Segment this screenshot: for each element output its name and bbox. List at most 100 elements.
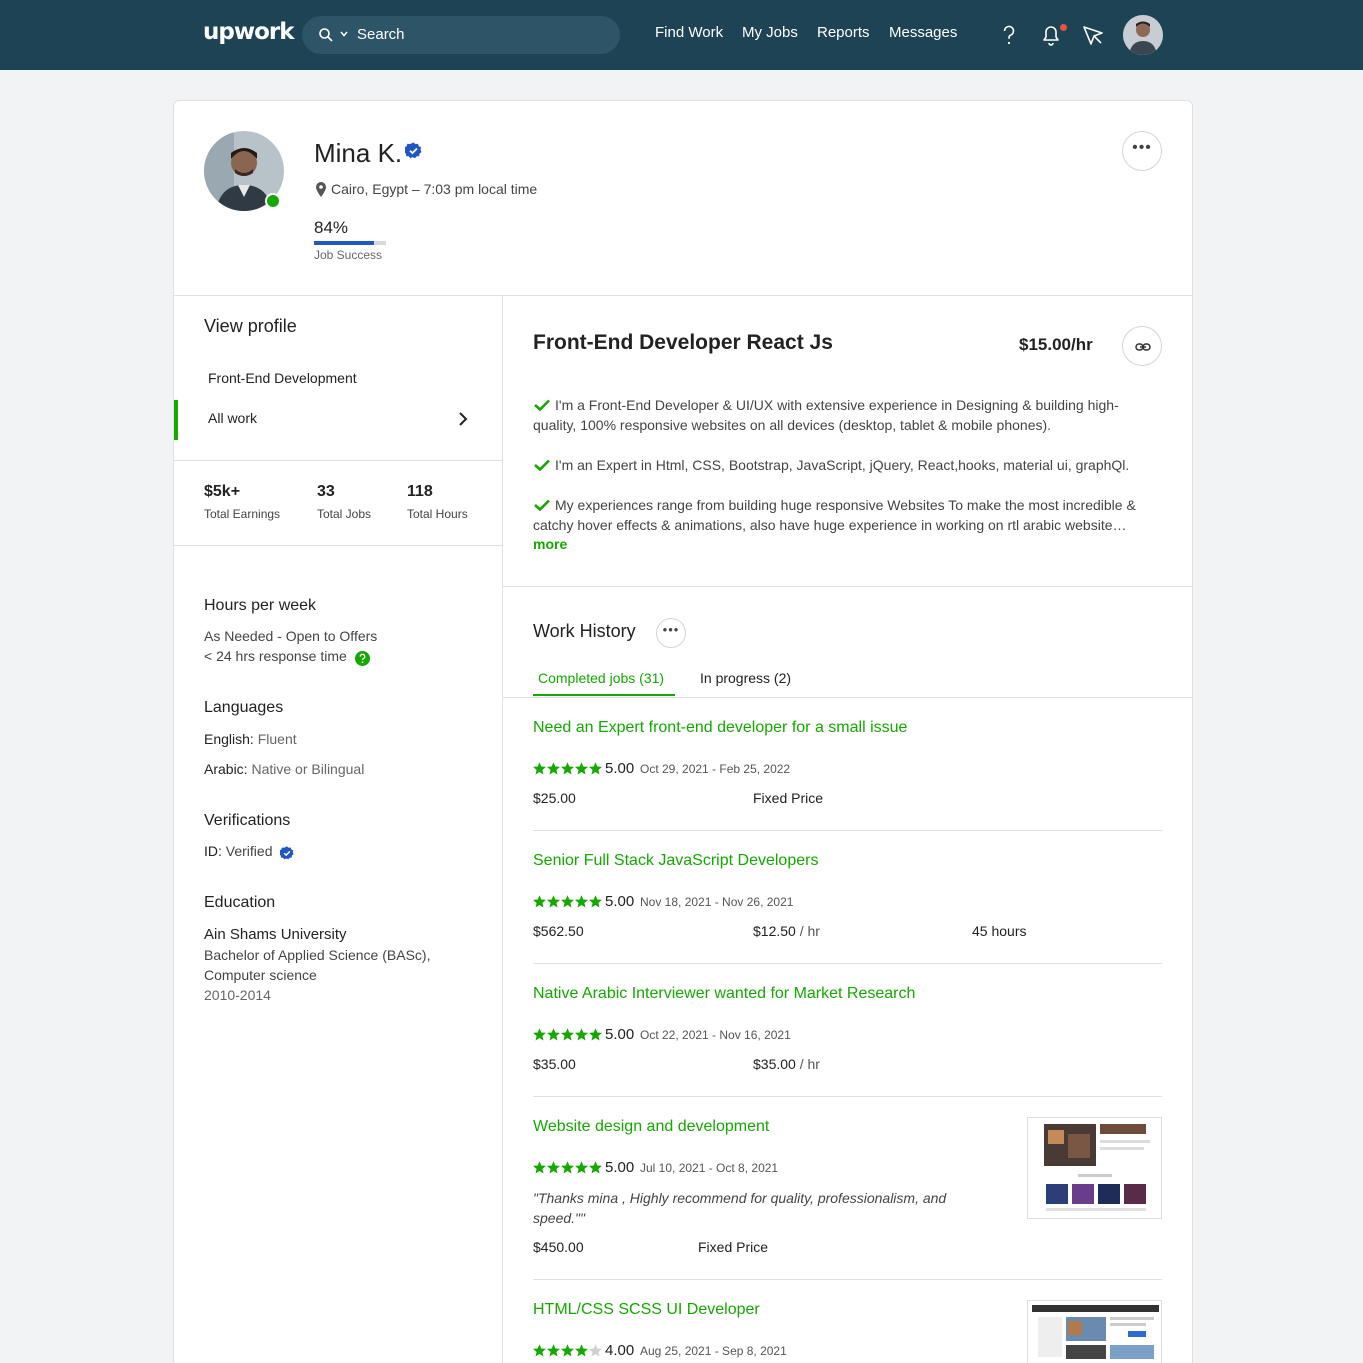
job-hourly-rate: $35.00 / hr [753,1056,820,1072]
chevron-right-icon[interactable] [456,411,470,427]
help-icon[interactable] [996,22,1022,48]
job-earned: $35.00 [533,1056,576,1072]
job-title-link[interactable]: Senior Full Stack JavaScript Developers [533,852,818,870]
tab-completed-jobs[interactable]: Completed jobs (31) [538,670,664,686]
education-years: 2010-2014 [204,987,271,1003]
search-icon [319,28,333,42]
star-icon [533,1161,546,1174]
job-rating: 5.00 [605,760,635,777]
sidebar-item-all-work[interactable]: All work [208,410,257,426]
verifications-heading: Verifications [204,812,291,829]
degree-line: Bachelor of Applied Science (BASc), [204,947,431,963]
user-avatar[interactable] [1123,15,1163,55]
profile-more-button[interactable]: ••• [1122,131,1162,171]
nav-find-work[interactable]: Find Work [655,24,723,41]
top-navbar: upwork Search Find Work My Jobs Reports … [0,0,1363,70]
hourly-value: $12.50 [753,923,796,939]
copy-link-button[interactable] [1122,326,1162,366]
language-name: Arabic: [204,761,248,777]
nav-my-jobs[interactable]: My Jobs [742,24,798,41]
star-rating [533,1161,602,1174]
notification-dot [1060,24,1067,31]
star-icon [533,895,546,908]
job-rating: 4.00 [605,1342,635,1359]
work-history-more-button[interactable]: ••• [656,618,686,648]
location-pin-icon [316,182,326,197]
job-divider [533,1096,1162,1097]
job-title-link[interactable]: HTML/CSS SCSS UI Developer [533,1301,760,1319]
degree-field: Computer science [204,967,317,983]
hours-per-week-heading: Hours per week [204,597,317,614]
divider [503,697,1192,698]
work-history-heading: Work History [533,621,636,641]
star-icon [547,1344,560,1357]
school-name: Ain Shams University [204,926,347,943]
link-icon [1135,343,1151,351]
star-icon [533,1028,546,1041]
star-rating [533,895,602,908]
total-hours-label: Total Hours [407,507,468,521]
search-bar[interactable]: Search [302,16,620,54]
send-icon[interactable] [1080,22,1106,48]
nav-messages[interactable]: Messages [889,24,957,41]
job-divider [533,830,1162,831]
response-time: < 24 hrs response time [204,648,347,664]
id-label: ID: [204,843,222,859]
job-title-link[interactable]: Need an Expert front-end developer for a… [533,719,907,737]
language-level: Native or Bilingual [251,761,365,777]
star-icon [533,762,546,775]
search-placeholder[interactable]: Search [357,26,405,43]
job-type: Fixed Price [753,790,824,806]
location-text: Cairo, Egypt – 7:03 pm local time [331,181,538,197]
hourly-unit: / hr [795,1056,820,1072]
job-divider [533,963,1162,964]
job-success-label: Job Success [314,248,383,262]
total-earnings-label: Total Earnings [204,507,281,521]
chevron-down-icon[interactable] [339,29,349,39]
language-arabic: Arabic: Native or Bilingual [204,761,364,777]
job-divider [533,1279,1162,1280]
nav-reports[interactable]: Reports [817,24,870,41]
portfolio-thumbnail[interactable] [1027,1117,1162,1219]
job-title-link[interactable]: Native Arabic Interviewer wanted for Mar… [533,985,915,1003]
total-hours-value: 118 [407,483,433,500]
language-english: English: Fluent [204,731,297,747]
tab-in-progress[interactable]: In progress (2) [700,670,791,686]
star-icon [561,1028,574,1041]
star-icon [575,895,588,908]
checkmark-icon [534,459,550,471]
star-icon [589,762,602,775]
profile-name: Mina K. [314,138,403,168]
star-icon [589,895,602,908]
divider [174,545,502,546]
sidebar-item-front-end[interactable]: Front-End Development [208,370,357,386]
star-icon [589,1344,602,1357]
view-profile-heading: View profile [204,316,297,336]
checkmark-icon [534,399,550,411]
ellipsis-icon: ••• [1132,139,1152,156]
question-circle-icon[interactable] [355,651,370,666]
star-rating [533,762,602,775]
job-success-fill [314,241,375,245]
hourly-rate: $15.00/hr [1019,335,1093,354]
languages-heading: Languages [204,699,284,716]
star-icon [575,1344,588,1357]
bio-paragraph: I'm an Expert in Html, CSS, Bootstrap, J… [533,455,1153,475]
job-title-link[interactable]: Website design and development [533,1118,769,1136]
job-dates: Aug 25, 2021 - Sep 8, 2021 [640,1344,787,1358]
job-dates: Jul 10, 2021 - Oct 8, 2021 [640,1161,779,1175]
job-earned: $562.50 [533,923,584,939]
bio-paragraph: I'm a Front-End Developer & UI/UX with e… [533,395,1153,435]
job-hourly-rate: $12.50 / hr [753,923,820,939]
portfolio-thumbnail[interactable] [1027,1300,1162,1363]
education-heading: Education [204,894,276,911]
job-hours: 45 hours [972,923,1027,939]
job-type: Fixed Price [698,1239,769,1255]
job-success-bar [314,241,386,245]
star-icon [575,1161,588,1174]
total-earnings-value: $5k+ [204,483,241,500]
star-icon [561,1161,574,1174]
active-tab-underline [533,694,675,696]
more-link[interactable]: more [533,536,567,552]
upwork-logo[interactable]: upwork [203,19,295,45]
